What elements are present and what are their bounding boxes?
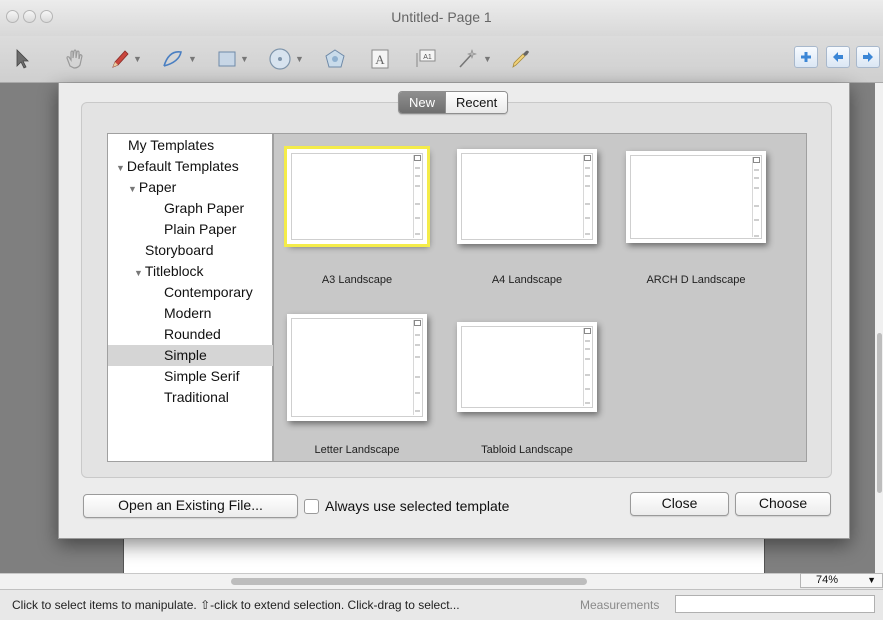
tree-item-titleblock[interactable]: ▼ Titleblock bbox=[108, 261, 298, 282]
horizontal-scroll-thumb[interactable] bbox=[231, 578, 587, 585]
thumbnail-border bbox=[461, 153, 593, 240]
tree-item-label: Default Templates bbox=[126, 158, 239, 174]
template-caption: A4 Landscape bbox=[491, 274, 563, 286]
template-caption: Letter Landscape bbox=[314, 444, 400, 456]
disclosure-triangle-icon[interactable]: ▼ bbox=[128, 184, 137, 194]
template-thumbnail-tabloid-landscape[interactable] bbox=[457, 322, 597, 412]
magic-wand-menu-icon[interactable]: ▼ bbox=[483, 54, 492, 64]
checkbox-box[interactable] bbox=[304, 498, 319, 514]
next-page-icon[interactable] bbox=[856, 46, 880, 68]
horizontal-scrollbar[interactable] bbox=[0, 573, 800, 589]
chevron-down-icon: ▼ bbox=[867, 575, 876, 585]
template-thumbnail-letter-landscape[interactable] bbox=[287, 314, 427, 421]
pencil-icon[interactable]: ▼ bbox=[110, 46, 142, 72]
eyedropper-icon[interactable] bbox=[510, 46, 530, 72]
tree-item-my-templates[interactable]: My Templates bbox=[108, 135, 292, 156]
tree-item-label: Storyboard bbox=[145, 242, 214, 258]
template-thumbnail-arch-d-landscape[interactable] bbox=[626, 151, 766, 243]
template-thumbnail-a4-landscape[interactable] bbox=[457, 149, 597, 244]
thumbnail-border bbox=[461, 326, 593, 408]
template-category-tree[interactable]: My Templates ▼ Default Templates ▼ Paper G… bbox=[107, 133, 328, 462]
measurements-label: Measurements bbox=[580, 598, 660, 612]
always-use-template-checkbox[interactable]: Always use selected template bbox=[304, 498, 509, 514]
text-tool-glyph: A bbox=[375, 52, 385, 67]
open-existing-file-button[interactable]: Open an Existing File... bbox=[83, 494, 298, 518]
template-caption: ARCH D Landscape bbox=[646, 274, 746, 286]
tab-recent[interactable]: Recent bbox=[445, 92, 508, 113]
thumbnail-titleblock bbox=[413, 155, 421, 238]
thumbnail-titleblock bbox=[752, 157, 760, 237]
thumbnail-titleblock bbox=[583, 155, 591, 238]
polygon-icon[interactable] bbox=[324, 46, 346, 72]
arrow-select-icon[interactable] bbox=[14, 46, 32, 72]
thumbnail-border bbox=[291, 153, 423, 240]
circle-icon[interactable]: ▼ bbox=[268, 46, 304, 72]
template-caption: Tabloid Landscape bbox=[481, 444, 573, 456]
tree-item-label: Simple Serif bbox=[164, 368, 240, 384]
curve-line-icon[interactable]: ▼ bbox=[161, 46, 197, 72]
tree-item-paper[interactable]: ▼ Paper bbox=[108, 177, 292, 198]
template-caption: A3 Landscape bbox=[321, 274, 393, 286]
thumbnail-border bbox=[291, 318, 423, 417]
tree-item-label: Graph Paper bbox=[164, 200, 245, 216]
circle-menu-icon[interactable]: ▼ bbox=[295, 54, 304, 64]
text-tool-icon[interactable]: A bbox=[370, 46, 390, 72]
template-thumbnail-grid[interactable]: A3 Landscape A4 Landscape ARCH D Landsca… bbox=[273, 133, 807, 462]
measurements-field[interactable] bbox=[675, 595, 875, 613]
status-message: Click to select items to manipulate. ⇧-c… bbox=[12, 598, 460, 612]
tree-item-label: My Templates bbox=[128, 137, 215, 153]
previous-page-icon[interactable] bbox=[826, 46, 850, 68]
template-thumbnail-a3-landscape[interactable] bbox=[284, 146, 430, 247]
title-bar: Untitled- Page 1 bbox=[0, 0, 883, 37]
window-title: Untitled- Page 1 bbox=[391, 9, 492, 25]
choose-button[interactable]: Choose bbox=[735, 492, 831, 516]
status-bar: Click to select items to manipulate. ⇧-c… bbox=[0, 589, 883, 620]
dimension-text-icon[interactable]: A1 bbox=[414, 46, 438, 72]
tab-new[interactable]: New bbox=[399, 92, 446, 113]
vertical-scroll-thumb[interactable] bbox=[877, 333, 882, 493]
tree-item-label: Titleblock bbox=[144, 263, 204, 279]
tree-item-label: Contemporary bbox=[164, 284, 253, 300]
hand-pan-icon[interactable] bbox=[64, 46, 86, 72]
curve-menu-icon[interactable]: ▼ bbox=[188, 54, 197, 64]
rectangle-menu-icon[interactable]: ▼ bbox=[240, 54, 249, 64]
vertical-scrollbar[interactable] bbox=[875, 83, 883, 573]
tree-item-label: Plain Paper bbox=[164, 221, 237, 237]
tree-item-label: Modern bbox=[164, 305, 212, 321]
dimension-text-glyph: A1 bbox=[423, 54, 432, 61]
disclosure-triangle-icon[interactable]: ▼ bbox=[134, 268, 143, 278]
tree-item-default-templates[interactable]: ▼ Default Templates bbox=[108, 156, 280, 177]
thumbnail-border bbox=[630, 155, 762, 239]
tree-item-label: Simple bbox=[164, 347, 207, 363]
zoom-select[interactable]: 74% ▼ bbox=[800, 573, 883, 588]
checkbox-label: Always use selected template bbox=[325, 498, 510, 514]
pencil-menu-icon[interactable]: ▼ bbox=[133, 54, 142, 64]
template-chooser-dialog: New Recent My Templates ▼ Default Templat… bbox=[58, 83, 850, 539]
tree-item-label: Rounded bbox=[164, 326, 221, 342]
toolbar: ▼ ▼ ▼ ▼ A A1 ▼ bbox=[0, 36, 883, 83]
thumbnail-titleblock bbox=[413, 320, 421, 415]
magic-wand-icon[interactable]: ▼ bbox=[456, 46, 492, 72]
thumbnail-titleblock bbox=[583, 328, 591, 406]
disclosure-triangle-icon[interactable]: ▼ bbox=[116, 163, 125, 173]
new-recent-segmented-control[interactable]: New Recent bbox=[398, 91, 509, 114]
zoom-value: 74% bbox=[816, 574, 839, 586]
tree-item-label: Paper bbox=[138, 179, 177, 195]
tree-item-label: Traditional bbox=[164, 389, 229, 405]
rectangle-icon[interactable]: ▼ bbox=[217, 46, 249, 72]
close-button[interactable]: Close bbox=[630, 492, 729, 516]
add-page-icon[interactable] bbox=[794, 46, 818, 68]
